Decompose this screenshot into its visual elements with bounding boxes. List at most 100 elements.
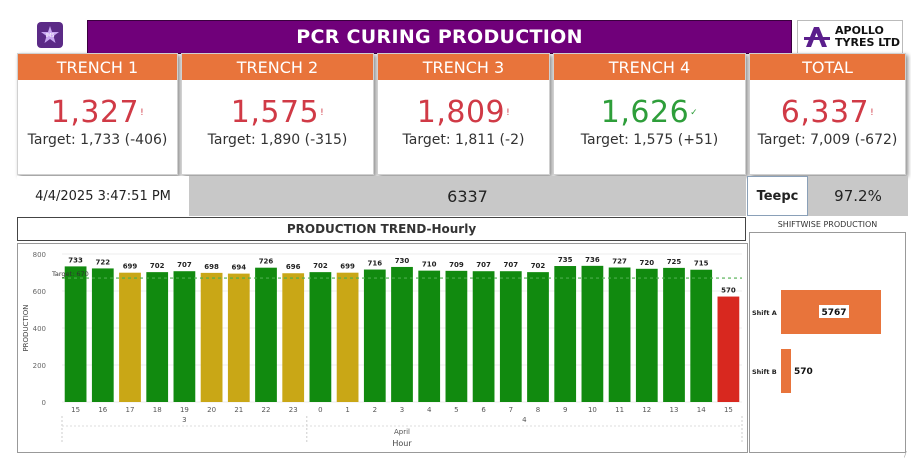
bar [91,268,114,402]
card-target: Target: 1,811 (-2) [402,132,525,148]
page-title: PCR CURING PRODUCTION [87,20,792,54]
warning-icon: ! [506,108,511,118]
y-tick-label: 400 [33,325,46,333]
card-trench-3: TRENCH 3 1,809! Target: 1,811 (-2) [377,53,550,175]
bar [690,269,713,402]
bar [200,272,223,402]
ims-logo: IMS [37,22,63,48]
x-tick-label: 9 [563,406,567,414]
card-value: 6,337 [780,95,870,130]
card-target: Target: 1,733 (-406) [27,132,168,148]
x-axis-label: Hour [392,439,412,448]
bar [581,265,604,402]
data-label: 736 [585,256,600,264]
x-tick-label: 6 [481,406,486,414]
card-header: TRENCH 1 [18,54,177,80]
bar [554,266,577,402]
data-label: 733 [68,256,83,264]
card-header: TOTAL [750,54,905,80]
logo-emblem-icon: IMS [41,26,59,43]
x-tick-label: 0 [318,406,322,414]
brand-line-2: TYRES LTD [835,36,901,49]
bar [363,269,386,402]
card-trench-2: TRENCH 2 1,575! Target: 1,890 (-315) [181,53,374,175]
x-tick-label: 7 [509,406,513,414]
card-value: 1,809 [416,95,506,130]
bar [309,272,332,402]
x-tick-label: 1 [345,406,349,414]
x-tick-label: 2 [373,406,377,414]
x-tick-label: 20 [207,406,216,414]
card-total: TOTAL 6,337! Target: 7,009 (-672) [749,53,906,175]
total-production-value: 6337 [189,176,746,216]
x-tick-label: 19 [180,406,189,414]
bar [64,266,87,402]
data-label: 709 [449,261,464,269]
teepc-label: Teepc [747,176,808,216]
logo-text: IMS [46,33,55,39]
target-line-label: Target: 670 [51,270,89,278]
trend-title: PRODUCTION TREND-Hourly [17,217,746,241]
x-tick-label: 8 [536,406,540,414]
x-tick-label: 23 [289,406,298,414]
bar [227,273,250,402]
data-label: 702 [150,262,165,270]
shift-category-label: Shift A [752,309,777,317]
x-tick-label: 13 [670,406,679,414]
card-value: 1,575 [230,95,320,130]
bar [173,271,196,402]
month-label: April [394,428,410,436]
bar [119,272,141,402]
data-label: 722 [95,258,110,266]
data-label: 702 [531,262,546,270]
bar [336,272,359,402]
bar [282,273,305,402]
x-tick-label: 12 [642,406,651,414]
bar [391,266,413,402]
card-trench-4: TRENCH 4 1,626✓ Target: 1,575 (+51) [553,53,746,175]
shift-chart-svg: Shift A 5767 Shift B 570 [752,290,881,393]
trend-chart-svg: 0200400600800PRODUCTION73315722166991770… [22,251,743,448]
x-tick-label: 3 [400,406,404,414]
data-label: 730 [395,257,410,265]
x-tick-label: 18 [153,406,162,414]
data-label: 702 [313,262,328,270]
bar [146,272,169,402]
bar [472,271,495,402]
card-target: Target: 1,890 (-315) [207,132,348,148]
data-label: 715 [694,260,709,268]
dashboard: IMS PCR CURING PRODUCTION APOLLO TYRES L… [0,0,911,461]
bar [255,267,277,402]
y-tick-label: 800 [33,251,46,259]
shift-value-label: 5767 [821,308,846,318]
x-tick-label: 16 [98,406,107,414]
data-label: 710 [422,261,437,269]
bar [418,270,441,402]
card-header: TRENCH 4 [554,54,745,80]
x-tick-label: 17 [126,406,135,414]
data-label: 707 [177,261,192,269]
data-label: 698 [204,263,219,271]
bar [445,270,468,402]
card-header: TRENCH 3 [378,54,549,80]
x-tick-label: 15 [724,406,733,414]
shift-title: SHIFTWISE PRODUCTION [777,219,878,229]
teepc-value: 97.2% [808,176,908,216]
x-tick-label: 5 [454,406,458,414]
bar [527,272,549,402]
corner-mark: / [904,450,907,459]
check-icon: ✓ [690,108,699,118]
data-label: 699 [123,263,138,271]
card-target: Target: 1,575 (+51) [580,132,719,148]
data-label: 570 [721,287,736,295]
x-tick-label: 14 [697,406,706,414]
production-trend-chart: 0 200 400 600 800 PRODUCTION 733 15 722 16 699 17 70… [17,243,748,453]
data-label: 694 [231,264,246,272]
shift-value-label: 570 [794,367,813,377]
apollo-logo: APOLLO TYRES LTD [797,20,903,54]
card-value: 1,626 [600,95,690,130]
data-label: 699 [340,263,355,271]
apollo-a-icon [804,27,830,47]
bar [635,268,658,402]
bar [499,271,522,402]
